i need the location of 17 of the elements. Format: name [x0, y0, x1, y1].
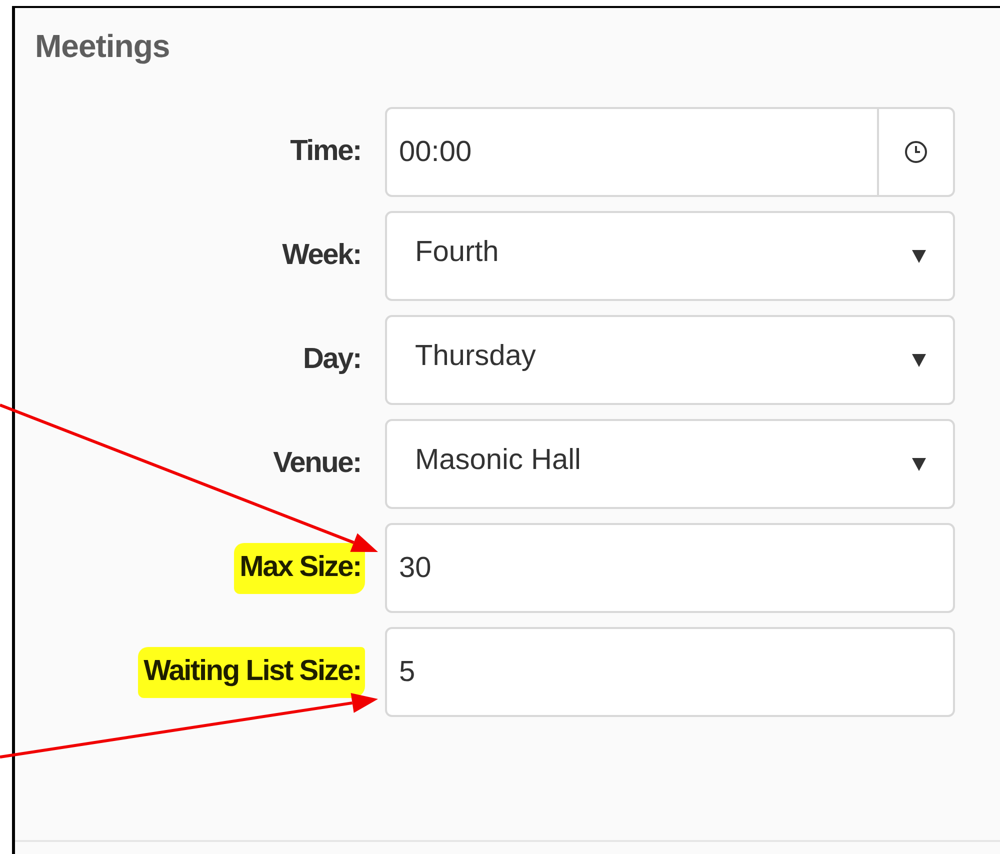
caret-icon — [911, 456, 927, 472]
caret-icon — [911, 352, 927, 368]
field-label: Waiting List Size: — [138, 646, 365, 698]
field-label: Venue: — [272, 446, 362, 480]
field-label: Time: — [289, 134, 362, 168]
section-title: Meetings — [35, 28, 170, 65]
clock-icon — [904, 140, 928, 164]
field-label: Week: — [281, 238, 362, 272]
field-label: Day: — [302, 342, 362, 376]
input-field[interactable]: 5 — [385, 627, 955, 717]
select-field[interactable]: Masonic Hall — [385, 419, 955, 509]
select-field[interactable]: Thursday — [385, 315, 955, 405]
time-field[interactable]: 00:00 — [385, 107, 955, 197]
select-field[interactable]: Fourth — [385, 211, 955, 301]
caret-icon — [911, 248, 927, 264]
input-field[interactable]: 30 — [385, 523, 955, 613]
field-label: Max Size: — [234, 542, 365, 594]
